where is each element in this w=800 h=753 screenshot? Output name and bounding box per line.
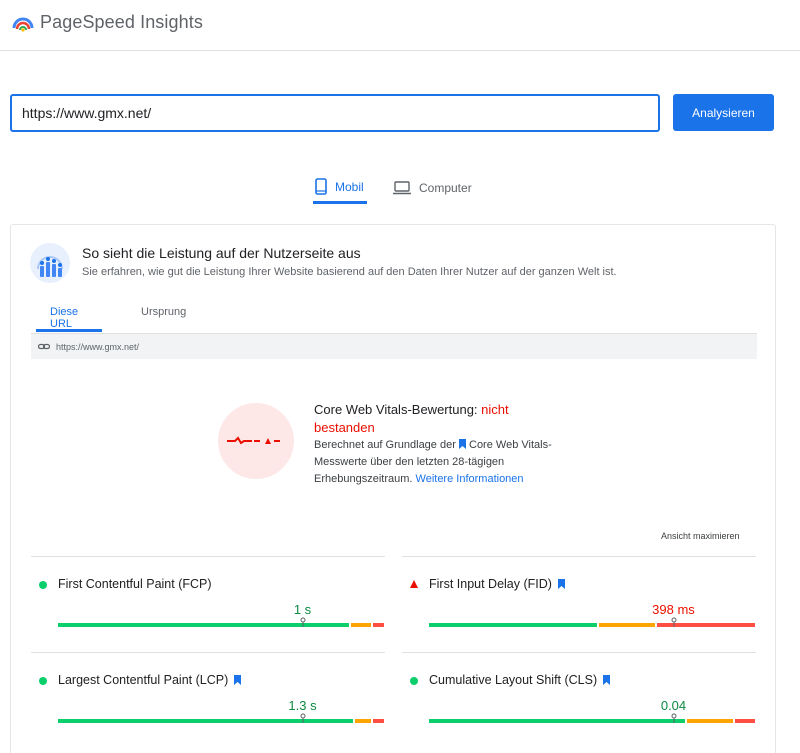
bookmark-icon — [234, 675, 242, 685]
tab-computer-label: Computer — [419, 181, 472, 195]
app-header: PageSpeed Insights — [0, 0, 800, 51]
metric-label: Largest Contentful Paint (LCP) — [58, 673, 229, 687]
distribution-segment-needs-improvement — [598, 623, 656, 627]
field-data-subtitle: Sie erfahren, wie gut die Leistung Ihrer… — [82, 266, 617, 278]
metric-cls[interactable]: Cumulative Layout Shift (CLS) 0.04 — [402, 652, 756, 748]
tab-origin[interactable]: Ursprung — [141, 306, 186, 332]
distribution-segment-needs-improvement — [686, 719, 734, 723]
metric-value: 398 ms — [652, 602, 695, 617]
distribution-segment-needs-improvement — [354, 719, 371, 723]
distribution-segment-poor — [372, 623, 384, 627]
distribution-bar — [429, 713, 755, 723]
cwv-assessment-title: Core Web Vitals-Bewertung: nicht bestand… — [314, 402, 509, 435]
app-title[interactable]: PageSpeed Insights — [40, 12, 203, 33]
bookmark-icon — [603, 675, 611, 685]
tab-computer[interactable]: Computer — [393, 172, 472, 204]
metric-value: 1.3 s — [288, 698, 317, 713]
laptop-icon — [393, 181, 411, 195]
analyzed-url: https://www.gmx.net/ — [56, 342, 140, 352]
circle-pass-icon — [39, 581, 47, 589]
tab-mobile-label: Mobil — [335, 179, 364, 194]
cwv-fail-icon — [218, 403, 294, 479]
smartphone-icon — [315, 178, 327, 195]
distribution-segment-good — [58, 623, 350, 627]
circle-pass-icon — [410, 677, 418, 685]
distribution-segment-needs-improvement — [351, 623, 371, 627]
tab-this-url[interactable]: Diese URL — [36, 306, 102, 332]
distribution-segment-good — [429, 719, 685, 723]
users-chart-icon — [30, 243, 70, 283]
field-data-title: So sieht die Leistung auf der Nutzerseit… — [82, 245, 361, 261]
percentile-marker-icon — [300, 713, 305, 723]
bookmark-icon — [458, 439, 466, 449]
circle-pass-icon — [39, 677, 47, 685]
metric-value: 1 s — [293, 602, 312, 617]
percentile-marker-icon — [300, 617, 305, 627]
metric-label: First Contentful Paint (FCP) — [58, 577, 212, 591]
metric-fcp[interactable]: First Contentful Paint (FCP) 1 s — [31, 556, 385, 652]
distribution-bar — [429, 617, 755, 627]
distribution-segment-good — [429, 623, 597, 627]
metric-fid[interactable]: First Input Delay (FID) 398 ms — [402, 556, 756, 652]
tab-mobile[interactable]: Mobil — [313, 172, 367, 204]
cwv-description: Berechnet auf Grundlage der Core Web Vit… — [314, 439, 552, 485]
distribution-segment-good — [58, 719, 353, 723]
more-info-link[interactable]: Weitere Informationen — [416, 473, 524, 485]
analyzed-url-bar: https://www.gmx.net/ — [31, 333, 757, 359]
distribution-bar — [58, 713, 384, 723]
pagespeed-logo-icon[interactable] — [12, 12, 34, 34]
distribution-segment-poor — [735, 719, 755, 723]
distribution-bar — [58, 617, 384, 627]
metric-label: Cumulative Layout Shift (CLS) — [429, 673, 598, 687]
analyze-button[interactable]: Analysieren — [673, 94, 774, 131]
metric-value: 0.04 — [660, 698, 687, 713]
metric-label: First Input Delay (FID) — [429, 577, 552, 591]
triangle-fail-icon — [410, 580, 418, 588]
link-icon — [38, 343, 50, 350]
url-input[interactable] — [10, 94, 660, 132]
distribution-segment-poor — [372, 719, 384, 723]
field-data-card: So sieht die Leistung auf der Nutzerseit… — [10, 224, 776, 753]
metric-lcp[interactable]: Largest Contentful Paint (LCP) 1.3 s — [31, 652, 385, 748]
expand-view-button[interactable]: Ansicht maximieren — [661, 531, 740, 541]
percentile-marker-icon — [671, 617, 676, 627]
percentile-marker-icon — [671, 713, 676, 723]
bookmark-icon — [557, 579, 565, 589]
